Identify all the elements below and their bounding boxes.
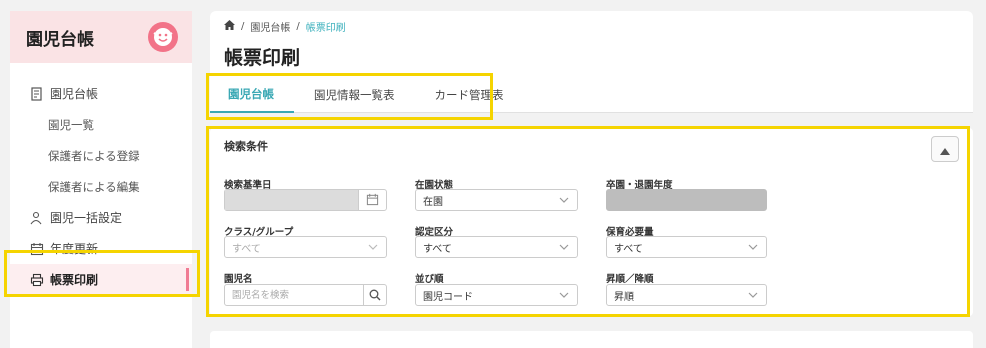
people-settings-icon [30, 211, 44, 225]
breadcrumb-ledger[interactable]: 園児台帳 [250, 19, 290, 34]
page-title: 帳票印刷 [224, 47, 301, 69]
search-icon [369, 286, 381, 305]
sidebar-item-ledger[interactable]: 園児台帳 [10, 78, 192, 109]
triangle-up-icon [940, 140, 950, 159]
sidebar-item-label: 園児一括設定 [50, 211, 123, 225]
select-value: 園児コード [423, 291, 473, 303]
search-conditions-panel: 検索条件 検索基準日 在園状態 在園 卒園・退園年度 クラス/グループ すべて … [210, 128, 973, 316]
tab-card-management[interactable]: カード管理表 [415, 77, 524, 113]
sort-by-select[interactable]: 園児コード [415, 284, 578, 306]
select-value: すべて [423, 243, 452, 255]
base-date-field[interactable] [224, 189, 387, 211]
chevron-down-icon [748, 242, 758, 252]
chevron-down-icon [368, 242, 378, 252]
chevron-down-icon [559, 242, 569, 252]
child-name-input[interactable] [225, 285, 363, 305]
base-date-value[interactable] [225, 190, 359, 210]
smiley-logo-icon [148, 22, 178, 52]
tab-child-ledger[interactable]: 園児台帳 [210, 77, 294, 113]
graduation-year-select [606, 189, 767, 211]
sidebar: 園児台帳 園児台帳 園児一覧 保護者による登録 保護者による編集 園児一括設定 … [10, 11, 192, 348]
sidebar-item-print-forms[interactable]: 帳票印刷 [10, 264, 192, 295]
certification-select[interactable]: すべて [415, 236, 578, 258]
calendar-icon [30, 242, 44, 256]
sidebar-item-label: 園児台帳 [50, 87, 99, 101]
select-value: 昇順 [614, 291, 634, 303]
section-title: 検索条件 [224, 140, 268, 153]
tab-child-info-list[interactable]: 園児情報一覧表 [294, 77, 415, 113]
select-value: 在園 [423, 196, 443, 208]
date-picker-button[interactable] [359, 190, 386, 210]
sort-by-label: 並び順 [415, 274, 444, 285]
printer-icon [30, 273, 44, 287]
ledger-icon [30, 86, 44, 101]
select-value: すべて [614, 243, 643, 255]
sidebar-subitem-guardian-edit[interactable]: 保護者による編集 [10, 171, 192, 202]
sort-order-select[interactable]: 昇順 [606, 284, 767, 306]
sidebar-item-label: 年度更新 [50, 242, 99, 256]
sidebar-subitem-guardian-register[interactable]: 保護者による登録 [10, 140, 192, 171]
home-icon[interactable] [224, 20, 235, 33]
breadcrumb-separator: / [296, 21, 300, 32]
collapse-button[interactable] [931, 136, 959, 162]
select-value: すべて [232, 243, 261, 255]
chevron-down-icon [559, 290, 569, 300]
class-group-select[interactable]: すべて [224, 236, 387, 258]
header-card: / 園児台帳 / 帳票印刷 帳票印刷 園児台帳 園児情報一覧表 カード管理表 [210, 11, 973, 113]
sidebar-item-label: 帳票印刷 [50, 273, 99, 287]
childcare-need-select[interactable]: すべて [606, 236, 767, 258]
calendar-icon [366, 191, 379, 210]
sidebar-subitem-child-list[interactable]: 園児一覧 [10, 109, 192, 140]
sort-order-label: 昇順／降順 [606, 274, 654, 285]
results-card [210, 331, 973, 348]
enrollment-status-select[interactable]: 在園 [415, 189, 578, 211]
app-title: 園児台帳 [26, 29, 94, 50]
tab-bar: 園児台帳 園児情報一覧表 カード管理表 [210, 77, 973, 113]
breadcrumb-separator: / [241, 21, 245, 32]
sidebar-item-bulk-settings[interactable]: 園児一括設定 [10, 202, 192, 233]
chevron-down-icon [748, 290, 758, 300]
search-button[interactable] [363, 285, 386, 305]
child-name-label: 園児名 [224, 274, 253, 285]
chevron-down-icon [559, 195, 569, 205]
breadcrumb-current: 帳票印刷 [305, 23, 346, 34]
sidebar-item-year-update[interactable]: 年度更新 [10, 233, 192, 264]
child-name-search [224, 284, 387, 306]
sidebar-header: 園児台帳 [10, 11, 192, 63]
breadcrumb: / 園児台帳 / 帳票印刷 [224, 19, 346, 34]
